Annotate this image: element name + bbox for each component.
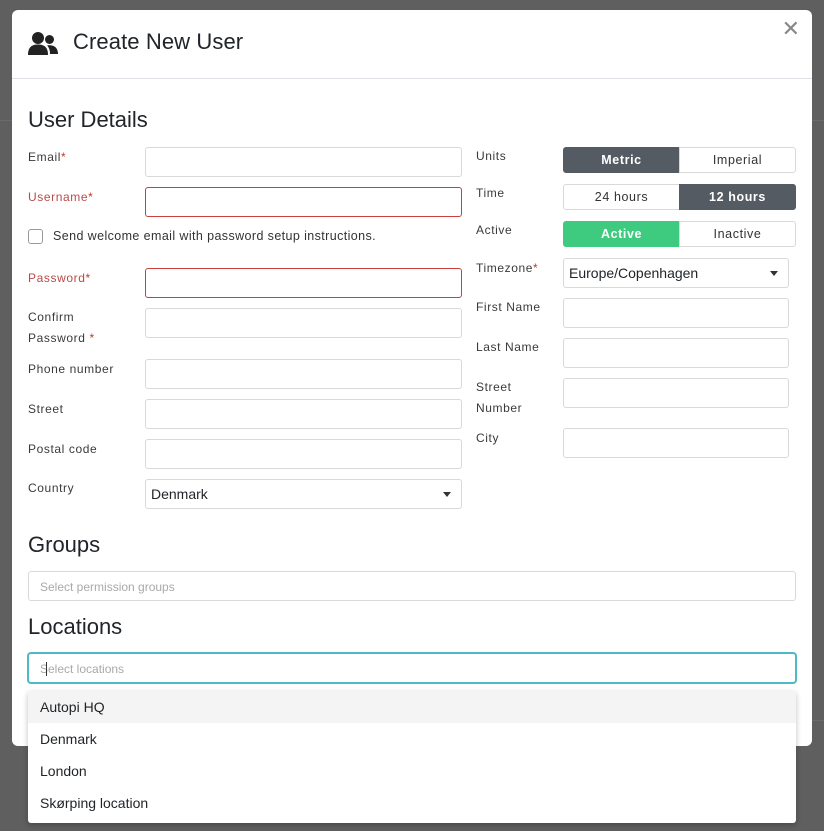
first-name-field[interactable]	[563, 298, 789, 328]
timezone-value: Europe/Copenhagen	[569, 265, 699, 281]
section-title-groups: Groups	[28, 532, 101, 557]
backdrop-line	[812, 120, 824, 121]
locations-placeholder: Select locations	[40, 662, 125, 676]
first-name-label: First Name	[476, 300, 541, 314]
email-field[interactable]	[145, 147, 462, 177]
postal-code-field[interactable]	[145, 439, 462, 469]
username-label: Username*	[28, 190, 94, 204]
backdrop-line	[0, 120, 12, 121]
active-label: Active	[476, 223, 513, 237]
units-metric-toggle[interactable]: Metric	[563, 147, 680, 173]
status-active-toggle[interactable]: Active	[563, 221, 680, 247]
country-value: Denmark	[151, 486, 208, 502]
location-option[interactable]: Autopi HQ	[28, 691, 796, 723]
time-24h-toggle[interactable]: 24 hours	[563, 184, 680, 210]
postal-code-label: Postal code	[28, 442, 98, 456]
units-label: Units	[476, 149, 507, 163]
units-imperial-toggle[interactable]: Imperial	[679, 147, 796, 173]
last-name-field[interactable]	[563, 338, 789, 368]
street-label: Street	[28, 402, 64, 416]
users-icon	[28, 32, 58, 55]
location-option[interactable]: London	[28, 755, 796, 787]
create-user-modal: Create New User ✕ User Details Email* Us…	[12, 10, 812, 746]
location-option[interactable]: Denmark	[28, 723, 796, 755]
time-12h-toggle[interactable]: 12 hours	[679, 184, 796, 210]
email-label: Email*	[28, 150, 67, 164]
country-select[interactable]: Denmark	[145, 479, 462, 509]
welcome-email-label: Send welcome email with password setup i…	[53, 229, 377, 243]
modal-title: Create New User	[73, 29, 244, 54]
password-field[interactable]	[145, 268, 462, 298]
permission-groups-select[interactable]: Select permission groups	[28, 571, 796, 601]
street-number-field[interactable]	[563, 378, 789, 408]
text-cursor	[46, 662, 47, 676]
street-field[interactable]	[145, 399, 462, 429]
timezone-label: Timezone*	[476, 261, 539, 275]
status-inactive-toggle[interactable]: Inactive	[679, 221, 796, 247]
phone-label: Phone number	[28, 362, 114, 376]
city-field[interactable]	[563, 428, 789, 458]
chevron-down-icon	[443, 492, 451, 497]
city-label: City	[476, 431, 500, 445]
country-label: Country	[28, 481, 75, 495]
welcome-email-checkbox[interactable]	[28, 229, 43, 244]
username-field[interactable]	[145, 187, 462, 217]
groups-placeholder: Select permission groups	[40, 580, 175, 594]
section-title-user-details: User Details	[28, 107, 148, 132]
modal-header: Create New User ✕	[12, 10, 812, 79]
locations-select[interactable]: Select locations	[28, 653, 796, 683]
location-option[interactable]: Skørping location	[28, 787, 796, 819]
backdrop-line	[812, 720, 824, 721]
confirm-password-field[interactable]	[145, 308, 462, 338]
confirm-password-label: Confirm Password *	[28, 310, 95, 345]
last-name-label: Last Name	[476, 340, 540, 354]
time-label: Time	[476, 186, 505, 200]
phone-field[interactable]	[145, 359, 462, 389]
chevron-down-icon	[770, 271, 778, 276]
close-button[interactable]: ✕	[782, 18, 800, 40]
timezone-select[interactable]: Europe/Copenhagen	[563, 258, 789, 288]
section-title-locations: Locations	[28, 614, 123, 639]
locations-dropdown: Autopi HQ Denmark London Skørping locati…	[28, 691, 796, 823]
street-number-label: Street Number	[476, 380, 523, 415]
password-label: Password*	[28, 271, 91, 285]
